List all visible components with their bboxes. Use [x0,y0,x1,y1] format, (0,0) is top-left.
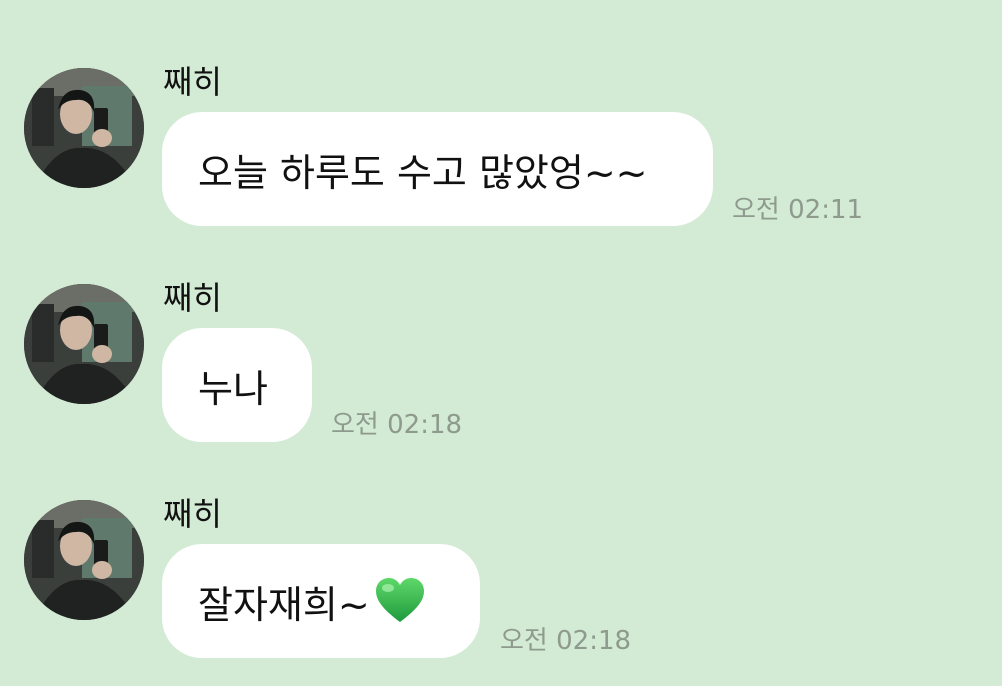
green-heart-icon [374,576,426,626]
profile-photo-icon [24,68,144,188]
message-timestamp: 오전 02:18 [500,626,632,656]
profile-avatar[interactable] [24,284,144,404]
message-bubble[interactable]: 잘자재희~ [162,544,480,658]
message-bubble[interactable]: 누나 [162,328,312,442]
message-bubble[interactable]: 오늘 하루도 수고 많았엉~~ [162,112,713,226]
sender-name: 째히 [163,63,222,101]
profile-photo-icon [24,500,144,620]
message-text: 잘자재희~ [198,582,370,627]
profile-photo-icon [24,284,144,404]
message-timestamp: 오전 02:11 [732,195,864,225]
sender-name: 째히 [163,495,222,533]
sender-name: 째히 [163,279,222,317]
profile-avatar[interactable] [24,68,144,188]
message-text: 오늘 하루도 수고 많았엉~~ [198,150,648,195]
profile-avatar[interactable] [24,500,144,620]
message-timestamp: 오전 02:18 [331,410,463,440]
message-text: 누나 [198,366,268,411]
